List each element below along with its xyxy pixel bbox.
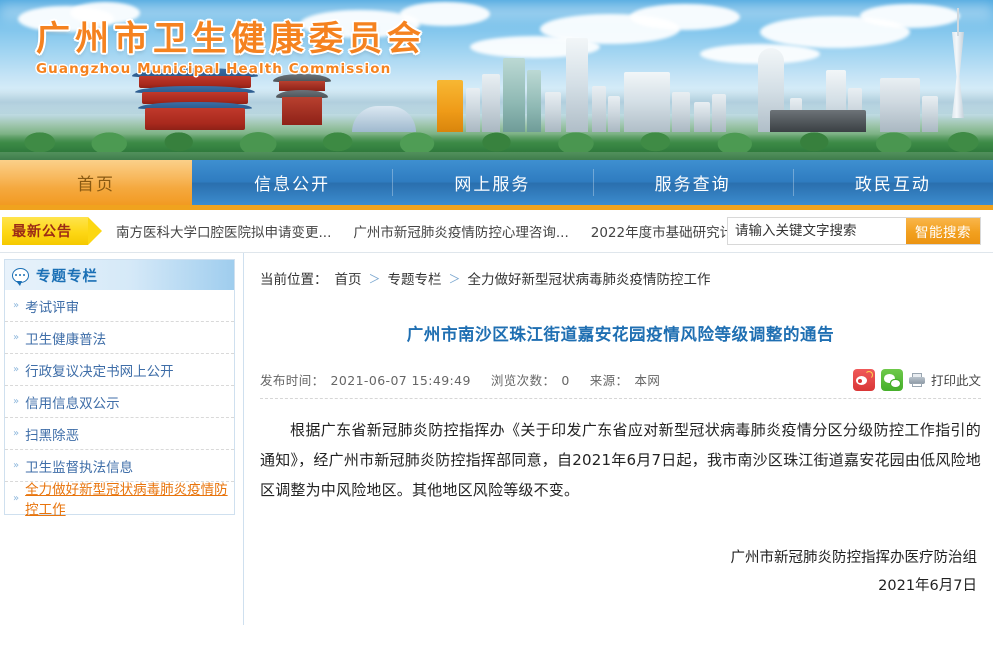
speech-bubble-icon bbox=[12, 267, 29, 286]
sidebar-item-anti-crime[interactable]: » 扫黑除恶 bbox=[5, 418, 234, 450]
skyline-building bbox=[503, 58, 525, 132]
memorial-hall bbox=[130, 68, 260, 130]
sidebar-item-exam-review[interactable]: » 考试评审 bbox=[5, 290, 234, 322]
nav-item-interact[interactable]: 政民互动 bbox=[792, 160, 993, 205]
canton-tower bbox=[945, 8, 971, 134]
sidebar-item-label: 全力做好新型冠状病毒肺炎疫情防控工作 bbox=[25, 482, 228, 518]
article-body: 根据广东省新冠肺炎防控指挥办《关于印发广东省应对新型冠状病毒肺炎疫情分区分级防控… bbox=[260, 421, 981, 499]
article-meta-row: 发布时间： 2021-06-07 15:49:49 浏览次数： 0 来源： 本网… bbox=[260, 365, 981, 399]
announcement-item[interactable]: 广州市新冠肺炎疫情防控心理咨询... bbox=[353, 221, 568, 241]
nav-item-query[interactable]: 服务查询 bbox=[592, 160, 793, 205]
announcement-badge: 最新公告 bbox=[2, 217, 102, 245]
article-meta: 发布时间： 2021-06-07 15:49:49 浏览次数： 0 来源： 本网 bbox=[260, 370, 660, 389]
sidebar-item-label: 卫生监督执法信息 bbox=[25, 459, 134, 476]
chevron-right-icon: » bbox=[13, 300, 20, 311]
announcement-list: 南方医科大学口腔医院拟申请变更... 广州市新冠肺炎疫情防控心理咨询... 20… bbox=[116, 221, 786, 241]
chevron-right-icon: » bbox=[13, 460, 20, 471]
sidebar-item-label: 信用信息双公示 bbox=[25, 395, 120, 412]
page-root: 广州市卫生健康委员会 Guangzhou Municipal Health Co… bbox=[0, 0, 993, 665]
site-title-cn: 广州市卫生健康委员会 bbox=[36, 19, 426, 59]
printer-icon[interactable] bbox=[908, 372, 925, 387]
page-layout: 专题专栏 » 考试评审 » 卫生健康普法 » 行政复议决定书网上公开 » 信用信… bbox=[0, 253, 993, 625]
sidebar-item-health-law[interactable]: » 卫生健康普法 bbox=[5, 322, 234, 354]
sidebar: 专题专栏 » 考试评审 » 卫生健康普法 » 行政复议决定书网上公开 » 信用信… bbox=[0, 253, 243, 625]
nav-item-home[interactable]: 首页 bbox=[0, 160, 192, 210]
sidebar-item-admin-review[interactable]: » 行政复议决定书网上公开 bbox=[5, 354, 234, 386]
sidebar-item-label: 扫黑除恶 bbox=[25, 427, 80, 444]
breadcrumb-separator-icon: ＞ bbox=[368, 271, 381, 286]
breadcrumb: 当前位置： 首页 ＞ 专题专栏 ＞ 全力做好新型冠状病毒肺炎疫情防控工作 bbox=[260, 261, 981, 295]
signer-name: 广州市新冠肺炎防控指挥办医疗防治组 bbox=[730, 550, 978, 566]
sidebar-item-label: 卫生健康普法 bbox=[25, 331, 107, 348]
nav-item-info[interactable]: 信息公开 bbox=[192, 160, 392, 205]
content-area: 当前位置： 首页 ＞ 专题专栏 ＞ 全力做好新型冠状病毒肺炎疫情防控工作 广州市… bbox=[243, 253, 993, 625]
announcement-item[interactable]: 南方医科大学口腔医院拟申请变更... bbox=[116, 221, 331, 241]
sidebar-header-label: 专题专栏 bbox=[36, 268, 98, 285]
skyline-building bbox=[566, 38, 588, 132]
article-signature: 广州市新冠肺炎防控指挥办医疗防治组 2021年6月7日 bbox=[260, 545, 981, 600]
sidebar-item-label: 行政复议决定书网上公开 bbox=[25, 363, 174, 380]
chevron-right-icon: » bbox=[13, 428, 20, 439]
breadcrumb-section[interactable]: 专题专栏 bbox=[388, 268, 442, 288]
views-count: 0 bbox=[561, 373, 570, 388]
nav-item-online[interactable]: 网上服务 bbox=[392, 160, 592, 205]
site-title-en: Guangzhou Municipal Health Commission bbox=[36, 61, 392, 77]
wechat-icon[interactable] bbox=[880, 368, 903, 391]
search-input[interactable] bbox=[728, 218, 906, 244]
smart-search-button[interactable]: 智能搜索 bbox=[906, 218, 980, 244]
article-actions: 打印此文 bbox=[852, 368, 981, 391]
publish-time-label: 发布时间： bbox=[260, 373, 325, 388]
breadcrumb-separator-icon: ＞ bbox=[448, 271, 461, 286]
sidebar-item-credit-info[interactable]: » 信用信息双公示 bbox=[5, 386, 234, 418]
sign-date: 2021年6月7日 bbox=[878, 577, 977, 594]
views-label: 浏览次数： bbox=[490, 373, 556, 388]
sidebar-item-covid-prevention[interactable]: » 全力做好新型冠状病毒肺炎疫情防控工作 bbox=[5, 482, 234, 518]
breadcrumb-current[interactable]: 全力做好新型冠状病毒肺炎疫情防控工作 bbox=[468, 268, 711, 288]
chevron-right-icon: » bbox=[13, 396, 20, 407]
chevron-right-icon: » bbox=[13, 332, 20, 343]
breadcrumb-home[interactable]: 首页 bbox=[335, 268, 362, 288]
publish-time-value: 2021-06-07 15:49:49 bbox=[330, 373, 471, 388]
chevron-right-icon: » bbox=[13, 492, 20, 504]
print-article-button[interactable]: 打印此文 bbox=[931, 370, 981, 389]
sidebar-header: 专题专栏 bbox=[5, 260, 234, 290]
breadcrumb-label: 当前位置： bbox=[260, 272, 328, 288]
chevron-right-icon: » bbox=[13, 364, 20, 375]
weibo-icon[interactable] bbox=[852, 368, 875, 391]
pavilion bbox=[272, 74, 332, 126]
source-value: 本网 bbox=[634, 373, 661, 388]
article-title: 广州市南沙区珠江街道嘉安花园疫情风险等级调整的通告 bbox=[406, 325, 835, 344]
tree-line bbox=[0, 122, 993, 152]
sidebar-item-label: 考试评审 bbox=[25, 299, 80, 316]
main-navigation: 首页 信息公开 网上服务 服务查询 政民互动 bbox=[0, 160, 993, 210]
source-label: 来源： bbox=[589, 373, 629, 388]
sidebar-panel: 专题专栏 » 考试评审 » 卫生健康普法 » 行政复议决定书网上公开 » 信用信… bbox=[4, 259, 235, 518]
site-title: 广州市卫生健康委员会 Guangzhou Municipal Health Co… bbox=[36, 22, 426, 77]
announcement-bar: 最新公告 南方医科大学口腔医院拟申请变更... 广州市新冠肺炎疫情防控心理咨询.… bbox=[0, 210, 993, 253]
search-box: 智能搜索 bbox=[727, 217, 981, 245]
site-banner: 广州市卫生健康委员会 Guangzhou Municipal Health Co… bbox=[0, 0, 993, 160]
cloud-shape bbox=[630, 4, 740, 30]
